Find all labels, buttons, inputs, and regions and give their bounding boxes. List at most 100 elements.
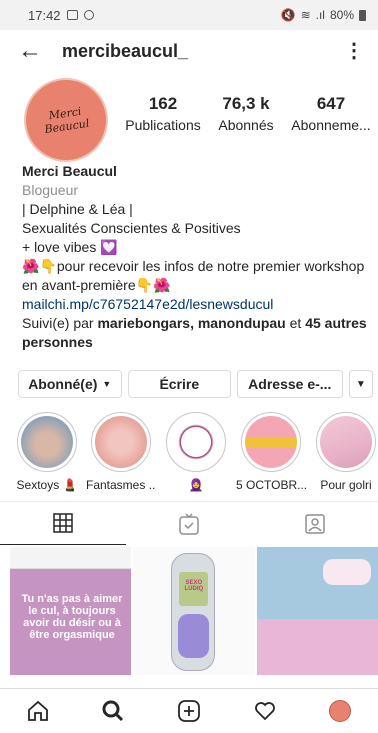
avatar[interactable]: Merci Beaucul (24, 78, 108, 162)
nav-home[interactable] (0, 699, 76, 723)
post-grid: Tu n'as pas à aimer le cul, à toujours a… (10, 547, 378, 675)
instagram-notification-icon (83, 10, 94, 20)
bio-line-1: | Delphine & Léa | (22, 201, 133, 217)
bio-link[interactable]: mailchi.mp/c76752147e2d/lesnewsducul (22, 295, 367, 314)
bio-line-2: Sexualités Conscientes & Positives (22, 220, 241, 236)
bio-line-5-row: en avant-première👇🌺 (22, 276, 367, 295)
phone-screen-text: SEXO LUDIQ (179, 572, 209, 606)
followed-by-names: mariebongars, manondupau (97, 315, 286, 331)
post-thumbnail[interactable]: Tu n'as pas à aimer le cul, à toujours a… (10, 547, 132, 675)
status-time: 17:42 (28, 7, 61, 23)
following-button[interactable]: Abonné(e) ▼ (18, 370, 122, 398)
highlight-item[interactable]: Pour golri (311, 412, 378, 492)
search-icon (102, 700, 124, 722)
flower-icon: 🌺 (153, 277, 171, 293)
nav-profile[interactable] (302, 700, 378, 722)
profile-display-name: Merci Beaucul (22, 163, 117, 179)
post-browser-bar (10, 547, 132, 569)
profile-actions: Abonné(e) ▼ Écrire Adresse e-... ▼ (18, 370, 373, 398)
signal-icon: .ıl (315, 8, 325, 22)
highlight-cover (21, 416, 73, 468)
highlight-label: 5 OCTOBR... (236, 478, 306, 492)
highlight-label: 🧕 (188, 478, 204, 492)
highlight-item[interactable]: 5 OCTOBR... (236, 412, 306, 492)
tab-igtv[interactable] (126, 502, 252, 545)
mute-icon: 🔇 (280, 8, 296, 22)
stat-posts-label: Publications (125, 117, 201, 133)
back-arrow-icon[interactable]: ← (18, 39, 48, 63)
highlight-cover (95, 416, 147, 468)
stat-followers-value: 76,3 k (222, 94, 270, 113)
profile-category: Blogueur (22, 182, 79, 198)
post-thumbnail[interactable]: SEXO LUDIQ (133, 547, 255, 675)
story-highlights: Sextoys 💄 Fantasmes ... 🧕 5 OCTOBR... Po… (0, 412, 378, 498)
heart-icon: 💟 (100, 239, 118, 255)
profile-tabs (0, 501, 378, 545)
chevron-down-icon: ▼ (355, 378, 366, 390)
stat-posts-value: 162 (148, 94, 178, 113)
more-options-icon[interactable]: ⋮ (344, 41, 364, 61)
bio-line-5: en avant-première (22, 277, 136, 293)
nav-search[interactable] (76, 699, 152, 723)
battery-percent: 80% (329, 8, 354, 22)
home-icon (27, 700, 48, 721)
phone-illustration: SEXO LUDIQ (171, 553, 216, 671)
pointing-hand-icon: 👇 (39, 258, 57, 274)
pointing-hand-icon: 👇 (135, 277, 154, 293)
tab-grid[interactable] (0, 502, 126, 545)
grid-icon (53, 513, 73, 533)
beach-illustration (256, 619, 378, 675)
speech-bubble (322, 559, 371, 585)
message-button-label: Écrire (159, 376, 200, 392)
nav-create[interactable] (151, 699, 227, 723)
stat-following[interactable]: 647 Abonneme... (288, 94, 374, 133)
post-thumbnail[interactable] (256, 547, 378, 675)
tab-tagged[interactable] (252, 502, 378, 545)
highlight-cover (245, 416, 297, 468)
highlight-ring (91, 412, 151, 472)
followed-by-prefix: Suivi(e) par (22, 315, 94, 331)
highlight-label: Pour golri (320, 478, 372, 492)
highlight-ring (17, 412, 77, 472)
highlight-ring (316, 412, 376, 472)
bio-line-3-row: + love vibes 💟 (22, 238, 367, 257)
followed-by-and: et (289, 315, 302, 331)
highlight-label: Sextoys 💄 (16, 478, 78, 492)
followed-by[interactable]: Suivi(e) par mariebongars, manondupau et… (22, 314, 367, 352)
phone-keypad (178, 614, 210, 658)
stat-following-value: 647 (316, 94, 346, 113)
nav-activity[interactable] (227, 699, 303, 723)
bio-line-3: + love vibes (22, 239, 97, 255)
highlight-item[interactable]: Sextoys 💄 (12, 412, 82, 492)
following-button-label: Abonné(e) (28, 376, 98, 392)
highlight-ring (166, 412, 226, 472)
igtv-icon (179, 512, 199, 535)
profile-avatar-icon (329, 700, 352, 722)
gallery-notification-icon (66, 10, 78, 20)
stat-followers[interactable]: 76,3 k Abonnés (210, 94, 282, 133)
stat-following-label: Abonneme... (291, 117, 371, 133)
message-button[interactable]: Écrire (127, 370, 232, 398)
profile-header: ← mercibeaucul_ ⋮ (0, 30, 378, 72)
bio-line-4: pour recevoir les infos de notre premier… (56, 258, 365, 274)
email-address-button-label: Adresse e-... (248, 376, 332, 392)
bio-line-4-row: 🌺👇pour recevoir les infos de notre premi… (22, 257, 367, 276)
highlight-label: Fantasmes ... (86, 478, 156, 492)
stat-posts[interactable]: 162 Publications (124, 94, 202, 133)
highlight-item[interactable]: Fantasmes ... (86, 412, 156, 492)
chevron-down-icon: ▼ (102, 379, 112, 389)
status-bar: 17:42 🔇 ≋ .ıl 80% (0, 0, 378, 30)
tagged-user-icon (305, 513, 325, 534)
post-text: Tu n'as pas à aimer le cul, à toujours a… (21, 593, 123, 641)
highlight-cover (170, 416, 222, 468)
profile-summary: Merci Beaucul 162 Publications 76,3 k Ab… (0, 72, 378, 162)
highlight-item[interactable]: 🧕 (161, 412, 231, 492)
add-post-icon (178, 700, 200, 722)
suggestions-button[interactable]: ▼ (348, 370, 373, 398)
highlight-ring (241, 412, 301, 472)
flower-icon: 🌺 (22, 258, 40, 274)
stat-followers-label: Abonnés (218, 117, 274, 133)
email-address-button[interactable]: Adresse e-... (237, 370, 343, 398)
profile-bio: Merci Beaucul Blogueur | Delphine & Léa … (22, 162, 367, 352)
heart-icon (254, 702, 275, 721)
